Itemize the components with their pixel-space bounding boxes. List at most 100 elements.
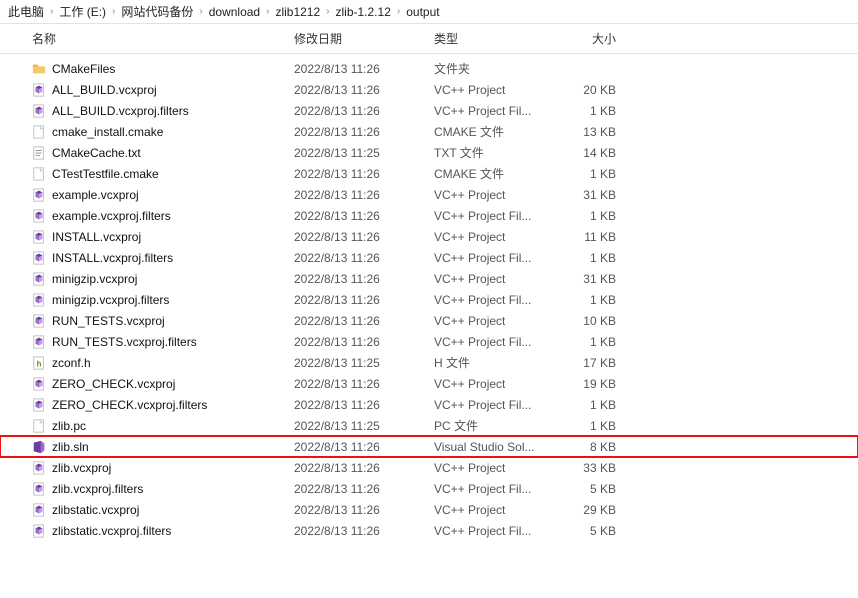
file-size: 20 KB [554, 83, 634, 97]
chevron-right-icon: › [197, 6, 204, 17]
file-date: 2022/8/13 11:26 [294, 230, 434, 244]
file-row[interactable]: RUN_TESTS.vcxproj.filters2022/8/13 11:26… [0, 331, 858, 352]
breadcrumb-segment[interactable]: 此电脑 [8, 3, 44, 20]
pc-icon [32, 418, 50, 434]
file-size: 1 KB [554, 335, 634, 349]
file-date: 2022/8/13 11:26 [294, 209, 434, 223]
breadcrumb-segment[interactable]: 工作 (E:) [59, 3, 106, 20]
file-row[interactable]: example.vcxproj.filters2022/8/13 11:26VC… [0, 205, 858, 226]
file-type: VC++ Project [434, 377, 554, 391]
file-row[interactable]: ALL_BUILD.vcxproj.filters2022/8/13 11:26… [0, 100, 858, 121]
breadcrumb-segment[interactable]: zlib1212 [275, 5, 320, 19]
file-date: 2022/8/13 11:26 [294, 104, 434, 118]
file-size: 31 KB [554, 272, 634, 286]
file-size: 1 KB [554, 167, 634, 181]
file-name: minigzip.vcxproj.filters [52, 293, 294, 307]
file-row[interactable]: zlib.pc2022/8/13 11:25PC 文件1 KB [0, 415, 858, 436]
vcxproj-icon [32, 187, 50, 203]
file-row[interactable]: minigzip.vcxproj2022/8/13 11:26VC++ Proj… [0, 268, 858, 289]
vcxproj-icon [32, 481, 50, 497]
file-name: example.vcxproj.filters [52, 209, 294, 223]
file-name: zlibstatic.vcxproj [52, 503, 294, 517]
breadcrumb-segment[interactable]: output [406, 5, 439, 19]
svg-text:h: h [37, 359, 42, 368]
file-row[interactable]: INSTALL.vcxproj2022/8/13 11:26VC++ Proje… [0, 226, 858, 247]
file-name: zconf.h [52, 356, 294, 370]
file-row[interactable]: cmake_install.cmake2022/8/13 11:26CMAKE … [0, 121, 858, 142]
file-row[interactable]: ALL_BUILD.vcxproj2022/8/13 11:26VC++ Pro… [0, 79, 858, 100]
file-row[interactable]: ZERO_CHECK.vcxproj2022/8/13 11:26VC++ Pr… [0, 373, 858, 394]
file-name: zlib.sln [52, 440, 294, 454]
file-type: H 文件 [434, 354, 554, 371]
chevron-right-icon: › [264, 6, 271, 17]
file-date: 2022/8/13 11:26 [294, 272, 434, 286]
file-name: CTestTestfile.cmake [52, 167, 294, 181]
file-date: 2022/8/13 11:26 [294, 482, 434, 496]
file-type: 文件夹 [434, 60, 554, 77]
file-row[interactable]: zlib.vcxproj.filters2022/8/13 11:26VC++ … [0, 478, 858, 499]
file-type: VC++ Project Fil... [434, 104, 554, 118]
file-size: 8 KB [554, 440, 634, 454]
file-type: VC++ Project [434, 188, 554, 202]
breadcrumb-segment[interactable]: download [209, 5, 260, 19]
file-size: 1 KB [554, 104, 634, 118]
txt-icon [32, 145, 50, 161]
vcxproj-icon [32, 229, 50, 245]
file-date: 2022/8/13 11:26 [294, 293, 434, 307]
file-row[interactable]: zlib.sln2022/8/13 11:26Visual Studio Sol… [0, 436, 858, 457]
file-name: INSTALL.vcxproj.filters [52, 251, 294, 265]
file-row[interactable]: CTestTestfile.cmake2022/8/13 11:26CMAKE … [0, 163, 858, 184]
file-type: VC++ Project Fil... [434, 293, 554, 307]
file-date: 2022/8/13 11:26 [294, 314, 434, 328]
vcxproj-icon [32, 208, 50, 224]
file-name: ZERO_CHECK.vcxproj.filters [52, 398, 294, 412]
file-row[interactable]: zlibstatic.vcxproj.filters2022/8/13 11:2… [0, 520, 858, 541]
file-size: 10 KB [554, 314, 634, 328]
file-size: 1 KB [554, 209, 634, 223]
file-row[interactable]: CMakeCache.txt2022/8/13 11:25TXT 文件14 KB [0, 142, 858, 163]
file-date: 2022/8/13 11:26 [294, 251, 434, 265]
vcxproj-icon [32, 313, 50, 329]
file-row[interactable]: example.vcxproj2022/8/13 11:26VC++ Proje… [0, 184, 858, 205]
file-name: zlib.vcxproj [52, 461, 294, 475]
file-row[interactable]: INSTALL.vcxproj.filters2022/8/13 11:26VC… [0, 247, 858, 268]
col-header-date[interactable]: 修改日期 [294, 30, 434, 47]
vcxproj-icon [32, 502, 50, 518]
file-size: 5 KB [554, 482, 634, 496]
breadcrumb[interactable]: 此电脑›工作 (E:)›网站代码备份›download›zlib1212›zli… [0, 0, 858, 24]
chevron-right-icon: › [110, 6, 117, 17]
file-name: INSTALL.vcxproj [52, 230, 294, 244]
sln-icon [32, 439, 50, 455]
file-row[interactable]: hzconf.h2022/8/13 11:25H 文件17 KB [0, 352, 858, 373]
file-name: ZERO_CHECK.vcxproj [52, 377, 294, 391]
file-row[interactable]: ZERO_CHECK.vcxproj.filters2022/8/13 11:2… [0, 394, 858, 415]
vcxproj-icon [32, 376, 50, 392]
file-type: VC++ Project Fil... [434, 482, 554, 496]
file-row[interactable]: zlib.vcxproj2022/8/13 11:26VC++ Project3… [0, 457, 858, 478]
breadcrumb-segment[interactable]: zlib-1.2.12 [336, 5, 391, 19]
breadcrumb-segment[interactable]: 网站代码备份 [121, 3, 193, 20]
file-type: VC++ Project [434, 461, 554, 475]
file-name: example.vcxproj [52, 188, 294, 202]
file-row[interactable]: CMakeFiles2022/8/13 11:26文件夹 [0, 58, 858, 79]
col-header-type[interactable]: 类型 [434, 30, 554, 47]
file-type: CMAKE 文件 [434, 123, 554, 140]
file-name: cmake_install.cmake [52, 125, 294, 139]
file-type: VC++ Project [434, 272, 554, 286]
file-type: VC++ Project Fil... [434, 209, 554, 223]
col-header-name[interactable]: 名称 [32, 30, 294, 47]
file-date: 2022/8/13 11:25 [294, 356, 434, 370]
file-row[interactable]: zlibstatic.vcxproj2022/8/13 11:26VC++ Pr… [0, 499, 858, 520]
h-icon: h [32, 355, 50, 371]
cmake-icon [32, 124, 50, 140]
chevron-right-icon: › [395, 6, 402, 17]
file-date: 2022/8/13 11:26 [294, 377, 434, 391]
file-date: 2022/8/13 11:25 [294, 146, 434, 160]
file-type: CMAKE 文件 [434, 165, 554, 182]
file-date: 2022/8/13 11:26 [294, 83, 434, 97]
file-row[interactable]: RUN_TESTS.vcxproj2022/8/13 11:26VC++ Pro… [0, 310, 858, 331]
col-header-size[interactable]: 大小 [554, 30, 634, 47]
vcxproj-icon [32, 103, 50, 119]
file-date: 2022/8/13 11:26 [294, 335, 434, 349]
file-row[interactable]: minigzip.vcxproj.filters2022/8/13 11:26V… [0, 289, 858, 310]
